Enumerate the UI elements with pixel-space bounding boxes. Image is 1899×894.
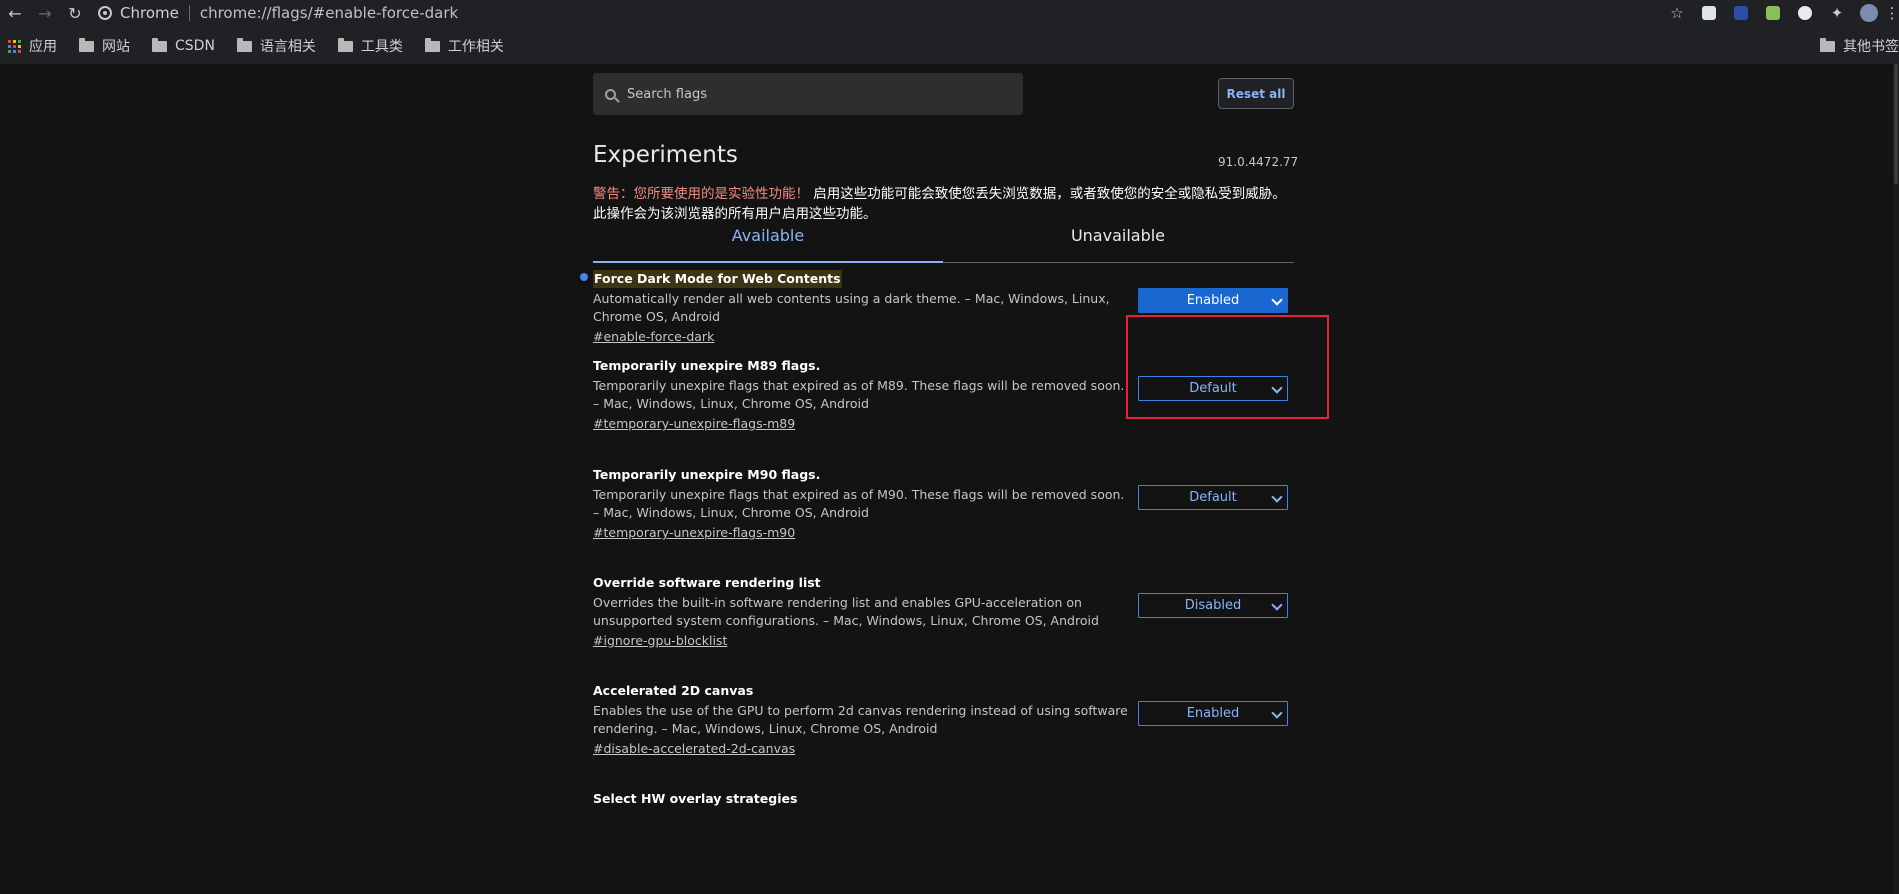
bookmark-folder-label: CSDN (175, 38, 215, 54)
extension-pen-icon[interactable] (1757, 0, 1789, 26)
toolbar-actions: ☆ ✦ ⋮ (1661, 0, 1899, 26)
flag-name: Force Dark Mode for Web Contents (593, 270, 842, 288)
address-separator (188, 5, 190, 21)
scrollbar-thumb[interactable] (1894, 64, 1898, 184)
other-bookmarks[interactable]: 其他书签 (1820, 34, 1899, 58)
flag-description: Overrides the built-in software renderin… (593, 595, 1099, 628)
search-icon (605, 88, 616, 100)
folder-icon (424, 37, 440, 52)
flag-item: Accelerated 2D canvas Enables the use of… (593, 682, 1133, 757)
chevron-down-icon (1271, 294, 1283, 306)
back-icon[interactable]: ← (0, 0, 30, 26)
address-bar-site-label: Chrome (120, 4, 179, 22)
bookmark-apps-label: 应用 (29, 39, 57, 55)
flag-item: Override software rendering list Overrid… (593, 574, 1133, 649)
bookmark-folder[interactable]: 工作相关 (424, 36, 504, 56)
profile-avatar-icon[interactable] (1853, 0, 1885, 26)
extension-circle-icon[interactable] (1789, 0, 1821, 26)
address-bar-url[interactable]: chrome://flags/#enable-force-dark (200, 4, 458, 22)
flag-description: Temporarily unexpire flags that expired … (593, 487, 1125, 520)
folder-icon (236, 37, 252, 52)
bookmark-folder[interactable]: CSDN (152, 37, 215, 54)
chevron-down-icon (1271, 599, 1283, 611)
flag-description: Enables the use of the GPU to perform 2d… (593, 703, 1128, 736)
flag-name: Accelerated 2D canvas (593, 683, 754, 698)
chevron-down-icon (1271, 707, 1283, 719)
flag-anchor-link[interactable]: #ignore-gpu-blocklist (593, 633, 727, 648)
flag-state-select[interactable]: Default (1138, 485, 1288, 510)
tab-unavailable[interactable]: Unavailable (943, 208, 1293, 262)
flag-item: Temporarily unexpire M90 flags. Temporar… (593, 466, 1133, 541)
page-scrollbar[interactable] (1893, 64, 1899, 894)
flag-state-select[interactable]: Disabled (1138, 593, 1288, 618)
other-bookmarks-label: 其他书签 (1843, 39, 1899, 55)
search-input[interactable]: Search flags (593, 73, 1023, 115)
flag-anchor-link[interactable]: #temporary-unexpire-flags-m89 (593, 416, 795, 431)
flag-state-value: Default (1189, 490, 1237, 505)
flag-name: Temporarily unexpire M89 flags. (593, 358, 821, 373)
bookmark-folder[interactable]: 网站 (79, 36, 130, 56)
annotation-highlight-box (1126, 315, 1329, 419)
chrome-icon (98, 6, 112, 20)
chevron-down-icon (1271, 382, 1283, 394)
chevron-down-icon (1271, 491, 1283, 503)
flag-item: Force Dark Mode for Web Contents Automat… (593, 268, 1133, 345)
folder-icon (337, 37, 353, 52)
flag-anchor-link[interactable]: #enable-force-dark (593, 329, 714, 344)
flag-state-value: Enabled (1186, 293, 1240, 308)
warning-prefix: 警告：您所要使用的是实验性功能！ (593, 186, 809, 202)
flags-tabs: Available Unavailable (593, 208, 1294, 263)
folder-icon (79, 37, 94, 52)
flag-state-value: Enabled (1186, 706, 1240, 721)
bookmark-folder-label: 语言相关 (259, 39, 316, 55)
page-title: Experiments (593, 142, 738, 168)
flag-anchor-link[interactable]: #disable-accelerated-2d-canvas (593, 741, 795, 756)
bookmark-folder-label: 工作相关 (447, 39, 504, 55)
bookmark-folder-label: 工具类 (360, 39, 403, 55)
flag-description: Automatically render all web contents us… (593, 291, 1110, 324)
extension-cursor-icon[interactable] (1725, 0, 1757, 26)
flag-description: Temporarily unexpire flags that expired … (593, 378, 1125, 411)
bookmark-folder[interactable]: 语言相关 (236, 36, 316, 56)
flag-state-value: Default (1189, 381, 1237, 396)
flag-state-select[interactable]: Enabled (1138, 701, 1288, 726)
folder-icon (152, 37, 167, 52)
extensions-puzzle-icon[interactable]: ✦ (1821, 0, 1853, 26)
flag-name: Override software rendering list (593, 575, 821, 590)
flag-name: Temporarily unexpire M90 flags. (593, 467, 821, 482)
menu-kebab-icon[interactable]: ⋮ (1885, 0, 1899, 26)
apps-grid-icon (8, 39, 21, 53)
search-placeholder: Search flags (627, 86, 707, 102)
flag-state-value: Disabled (1184, 598, 1242, 613)
flag-name: Select HW overlay strategies (593, 791, 798, 806)
forward-icon[interactable]: → (30, 0, 60, 26)
flag-anchor-link[interactable]: #temporary-unexpire-flags-m90 (593, 525, 795, 540)
reload-icon[interactable]: ↻ (60, 0, 90, 26)
modified-flag-dot (580, 273, 588, 281)
flag-item: Select HW overlay strategies (593, 790, 1133, 808)
address-bar[interactable]: Chrome chrome://flags/#enable-force-dark (98, 4, 458, 22)
bookmark-star-icon[interactable]: ☆ (1661, 0, 1693, 26)
browser-toolbar: ← → ↻ Chrome chrome://flags/#enable-forc… (0, 0, 1899, 64)
extension-x-icon[interactable] (1693, 0, 1725, 26)
folder-icon (1820, 37, 1835, 52)
bookmark-folder[interactable]: 工具类 (337, 36, 403, 56)
bookmark-folder-label: 网站 (102, 39, 130, 55)
flags-page: Search flags Reset all Experiments 91.0.… (0, 64, 1899, 894)
flag-state-select[interactable]: Enabled (1138, 288, 1288, 313)
bookmark-apps[interactable]: 应用 (8, 36, 57, 56)
bookmarks-bar: 应用 网站 CSDN 语言相关 工具类 工作相关 其他书签 (0, 34, 1899, 58)
flag-state-select[interactable]: Default (1138, 376, 1288, 401)
flag-item: Temporarily unexpire M89 flags. Temporar… (593, 357, 1133, 432)
reset-all-button[interactable]: Reset all (1218, 78, 1294, 109)
omnibox-row: ← → ↻ Chrome chrome://flags/#enable-forc… (0, 0, 1899, 26)
version-label: 91.0.4472.77 (1218, 155, 1299, 169)
tab-available[interactable]: Available (593, 208, 943, 263)
